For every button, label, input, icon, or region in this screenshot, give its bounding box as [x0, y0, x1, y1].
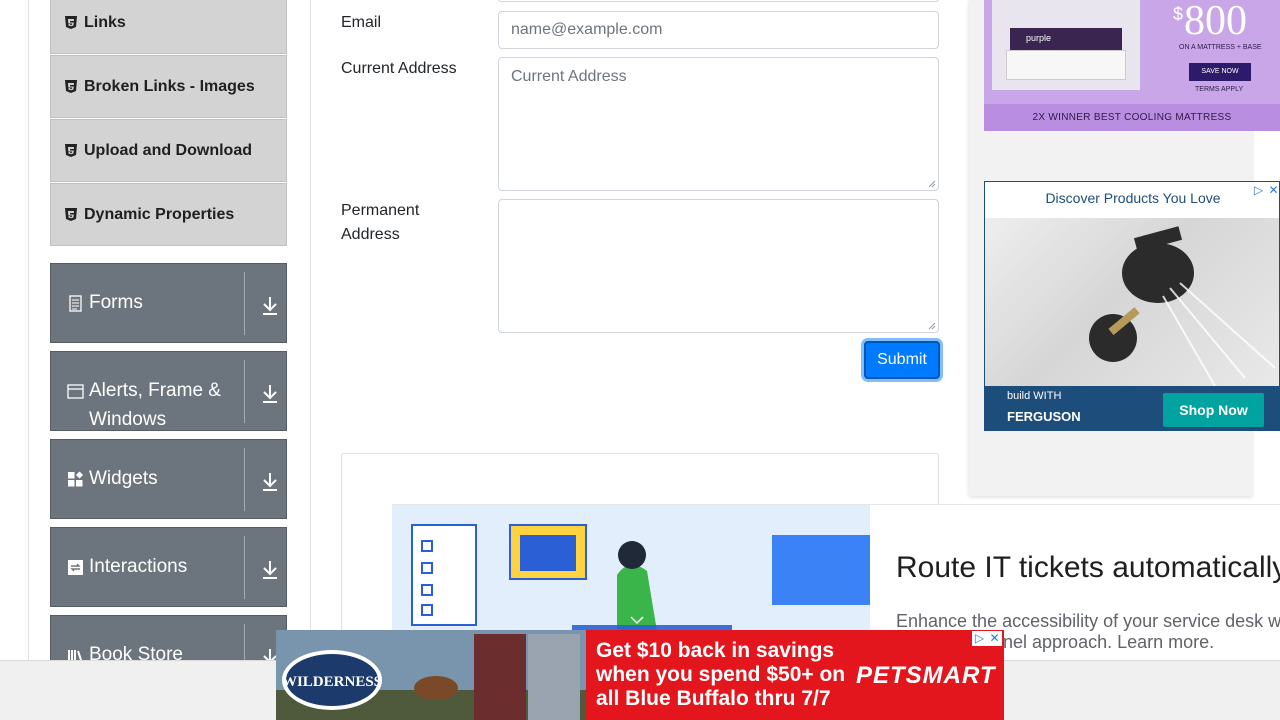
group-label: Alerts, Frame & Windows [89, 380, 221, 430]
wilderness-logo-text: WILDERNESS [282, 674, 382, 690]
submit-button[interactable]: Submit [864, 341, 940, 379]
price-caption: ON A MATTRESS + BASE [1179, 44, 1262, 51]
sidebar-item-label: Links [84, 13, 126, 31]
service-desk-headline: Route IT tickets automatically [896, 551, 1280, 584]
chevron-down-icon[interactable] [630, 615, 644, 625]
shower-illustration [1089, 226, 1276, 387]
ferguson-footer: build WITH FERGUSON Shop Now [985, 386, 1279, 430]
sidebar-item-label: Dynamic Properties [84, 205, 235, 223]
price-amount: 800 [1184, 0, 1247, 44]
email-label: Email [341, 14, 382, 31]
ad-info-icon[interactable]: ▷ [972, 631, 987, 646]
ad-info-icon[interactable]: ▷ [1251, 183, 1266, 198]
price-currency: $ [1173, 4, 1184, 24]
document-icon [69, 295, 82, 312]
sidebar-item-label: Upload and Download [84, 141, 252, 159]
terms-text: TERMS APPLY [1195, 86, 1244, 93]
ferguson-brand: FERGUSON [1007, 409, 1081, 424]
resize-grip-icon[interactable] [928, 322, 936, 330]
interactions-icon [68, 560, 83, 575]
permanent-address-label: Permanent Address [341, 202, 420, 243]
sidebar-item-label: Broken Links - Images [84, 77, 255, 95]
petsmart-brand: PETSMART [856, 662, 996, 689]
current-address-placeholder: Current Address [511, 68, 627, 85]
html5-icon [65, 144, 77, 157]
sidebar-left-border [28, 0, 29, 660]
current-address-label: Current Address [341, 60, 457, 77]
shop-now-button[interactable]: Shop Now [1163, 393, 1264, 427]
purple-brand: purple [1026, 33, 1052, 43]
html5-icon [65, 16, 77, 29]
ad-close-icon[interactable]: ✕ [1266, 183, 1279, 198]
petsmart-promo: Get $10 back in savings when you spend $… [596, 639, 846, 710]
html5-icon [65, 80, 77, 93]
save-now-button[interactable]: SAVE NOW [1189, 63, 1251, 81]
divider [244, 272, 245, 335]
download-icon[interactable] [260, 470, 280, 492]
group-label: Widgets [89, 468, 158, 489]
divider [244, 536, 245, 599]
page: Links Broken Links - Images Upload and D… [0, 0, 1280, 720]
ferguson-brand-small: build WITH [1007, 390, 1062, 402]
mattress-base [1006, 50, 1126, 80]
divider [244, 448, 245, 511]
email-field[interactable]: name@example.com [498, 11, 939, 49]
window-icon [67, 384, 84, 399]
dog-product-image: WILDERNESS [276, 630, 586, 720]
purple-mattress-ad[interactable]: purple $ 800 ON A MATTRESS + BASE SAVE N… [984, 0, 1280, 131]
petsmart-ad[interactable]: WILDERNESS Get $10 back in savings when … [276, 630, 1004, 720]
purple-banner: 2X WINNER BEST COOLING MATTRESS [984, 104, 1280, 131]
divider [244, 360, 245, 423]
download-icon[interactable] [260, 558, 280, 580]
ad-close-icon[interactable]: ✕ [987, 631, 1002, 646]
sidebar-item-upload-download[interactable]: Upload and Download [50, 119, 287, 182]
sidebar-group-widgets[interactable]: Widgets [50, 439, 287, 519]
ferguson-headline: Discover Products You Love [1045, 190, 1221, 206]
sidebar-item-links[interactable]: Links [50, 0, 287, 54]
html5-icon [65, 208, 77, 221]
widgets-icon [68, 471, 84, 487]
resize-grip-icon[interactable] [928, 180, 936, 188]
permanent-address-textarea[interactable] [498, 199, 939, 333]
name-field[interactable] [498, 0, 939, 2]
sidebar-group-forms[interactable]: Forms [50, 263, 287, 343]
shower-image [985, 218, 1279, 387]
sidebar-item-broken-links[interactable]: Broken Links - Images [50, 55, 287, 118]
sidebar-group-interactions[interactable]: Interactions [50, 527, 287, 607]
group-label: Interactions [89, 556, 188, 577]
group-label: Forms [89, 292, 143, 313]
sidebar-group-alerts[interactable]: Alerts, Frame & Windows [50, 351, 287, 431]
download-icon[interactable] [260, 382, 280, 404]
sidebar-right-border [310, 0, 311, 660]
ferguson-ad[interactable]: Discover Products You Love ▷ ✕ build WIT… [984, 181, 1280, 431]
subtext-line-1: Enhance the accessibility of your servic… [896, 611, 1280, 631]
download-icon[interactable] [260, 294, 280, 316]
current-address-textarea[interactable]: Current Address [498, 57, 939, 191]
sidebar-item-dynamic-properties[interactable]: Dynamic Properties [50, 183, 287, 246]
wilderness-art: WILDERNESS [276, 630, 586, 720]
mattress-image: purple [992, 0, 1140, 90]
